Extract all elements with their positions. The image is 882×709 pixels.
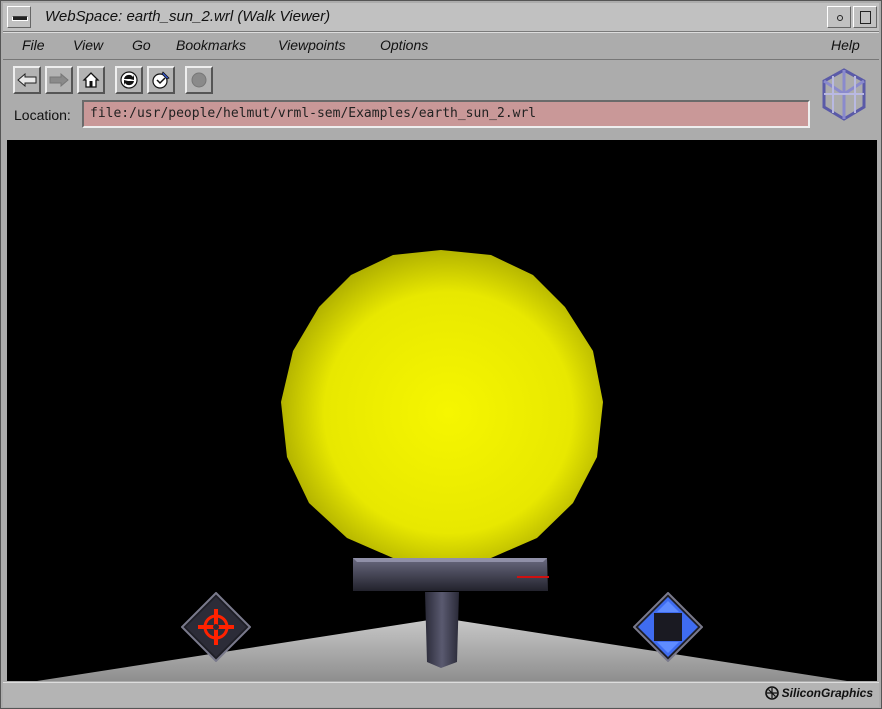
status-bar: SiliconGraphics [3,682,879,707]
title-bar: WebSpace: earth_sun_2.wrl (Walk Viewer) [3,3,879,32]
window-title: WebSpace: earth_sun_2.wrl (Walk Viewer) [45,8,331,25]
back-button[interactable] [13,66,41,94]
menu-bar: File View Go Bookmarks Viewpoints Option… [3,32,879,60]
sun-stand-post [425,592,459,668]
menu-viewpoints[interactable]: Viewpoints [278,37,345,53]
stop-button[interactable] [185,66,213,94]
minimize-icon [837,15,843,21]
menu-view[interactable]: View [73,37,103,53]
maximize-button[interactable] [853,6,877,28]
webspace-window: WebSpace: earth_sun_2.wrl (Walk Viewer) … [0,0,882,709]
arrow-left-icon [17,73,37,87]
sgi-logo-icon [822,68,866,121]
direction-arrows-icon [638,597,698,657]
maximize-icon [860,11,871,24]
home-icon [82,72,100,88]
minimize-button[interactable] [827,6,851,28]
reload-icon [120,71,138,89]
forward-button[interactable] [45,66,73,94]
menu-options[interactable]: Options [380,37,428,53]
sgi-brand: SiliconGraphics [764,686,873,700]
sun-stand-base [353,558,548,591]
location-input[interactable]: file:/usr/people/helmut/vrml-sem/Example… [82,100,810,128]
window-menu-icon [12,16,28,21]
arrow-right-icon [49,73,69,87]
edit-button[interactable] [147,66,175,94]
reload-button[interactable] [115,66,143,94]
location-label: Location: [14,107,71,123]
menu-bookmarks[interactable]: Bookmarks [176,37,246,53]
menu-go[interactable]: Go [132,37,151,53]
sun-sphere [281,250,603,563]
menu-file[interactable]: File [22,37,45,53]
tilt-navigation-control[interactable] [633,592,703,662]
home-button[interactable] [77,66,105,94]
walk-navigation-control[interactable] [181,592,251,662]
vrml-viewport[interactable] [7,140,877,681]
stop-icon [191,72,207,88]
scene-floor [37,250,847,681]
menu-help[interactable]: Help [831,37,860,53]
sgi-brand-text: SiliconGraphics [781,686,873,700]
edit-icon [152,71,170,89]
sgi-small-logo-icon [764,686,779,700]
window-menu-button[interactable] [7,6,31,28]
